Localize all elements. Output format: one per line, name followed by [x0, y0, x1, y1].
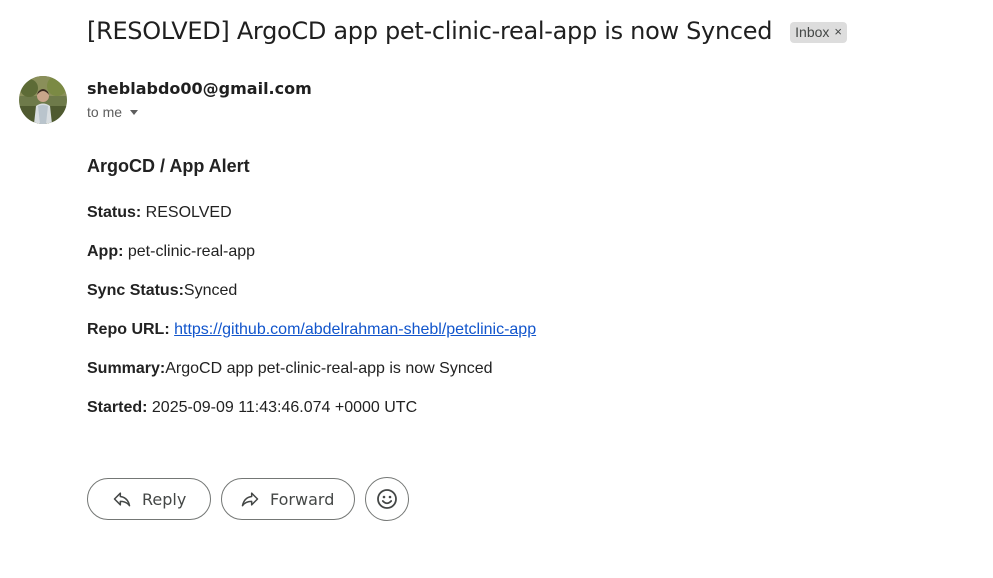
repo-url-link[interactable]: https://github.com/abdelrahman-shebl/pet… [174, 321, 536, 338]
field-status-value: RESOLVED [141, 204, 232, 221]
email-subject: [RESOLVED] ArgoCD app pet-clinic-real-ap… [87, 17, 773, 45]
field-started-value: 2025-09-09 11:43:46.074 +0000 UTC [147, 399, 418, 416]
field-started: Started: 2025-09-09 11:43:46.074 +0000 U… [87, 398, 536, 418]
recipient-text: to me [87, 104, 123, 120]
reply-icon [110, 487, 134, 511]
forward-button[interactable]: Forward [221, 478, 355, 520]
field-started-key: Started: [87, 399, 148, 416]
reply-label: Reply [142, 489, 187, 509]
subject-row: [RESOLVED] ArgoCD app pet-clinic-real-ap… [87, 17, 847, 45]
reply-button[interactable]: Reply [87, 478, 211, 520]
chevron-down-icon[interactable] [130, 110, 139, 115]
inbox-label-chip[interactable]: Inbox × [790, 21, 847, 43]
field-summary-key: Summary: [87, 360, 166, 377]
forward-icon [238, 487, 262, 511]
sender-email[interactable]: sheblabdo00@gmail.com [87, 79, 312, 98]
field-sync-status-key: Sync Status: [87, 282, 184, 299]
field-app: App: pet-clinic-real-app [87, 242, 536, 262]
field-status: Status: RESOLVED [87, 203, 536, 223]
avatar[interactable] [19, 76, 67, 124]
recipient-details-toggle[interactable]: to me [87, 104, 139, 120]
remove-label-icon[interactable]: × [834, 24, 842, 39]
field-repo-url: Repo URL: https://github.com/abdelrahman… [87, 320, 536, 340]
alert-title: ArgoCD / App Alert [87, 156, 250, 176]
action-bar: Reply Forward [87, 477, 409, 521]
inbox-label-text: Inbox [795, 23, 830, 40]
email-body: ArgoCD / App Alert Status: RESOLVED App:… [87, 155, 536, 437]
emoji-icon [375, 487, 399, 511]
field-app-key: App: [87, 243, 124, 260]
field-summary: Summary:ArgoCD app pet-clinic-real-app i… [87, 359, 536, 379]
field-sync-status-value: Synced [183, 282, 238, 299]
forward-label: Forward [270, 489, 335, 509]
emoji-reaction-button[interactable] [365, 477, 409, 521]
field-repo-url-key: Repo URL: [87, 321, 170, 338]
field-app-value: pet-clinic-real-app [123, 243, 256, 260]
field-sync-status: Sync Status:Synced [87, 281, 536, 301]
field-status-key: Status: [87, 204, 142, 221]
field-summary-value: ArgoCD app pet-clinic-real-app is now Sy… [165, 360, 493, 377]
